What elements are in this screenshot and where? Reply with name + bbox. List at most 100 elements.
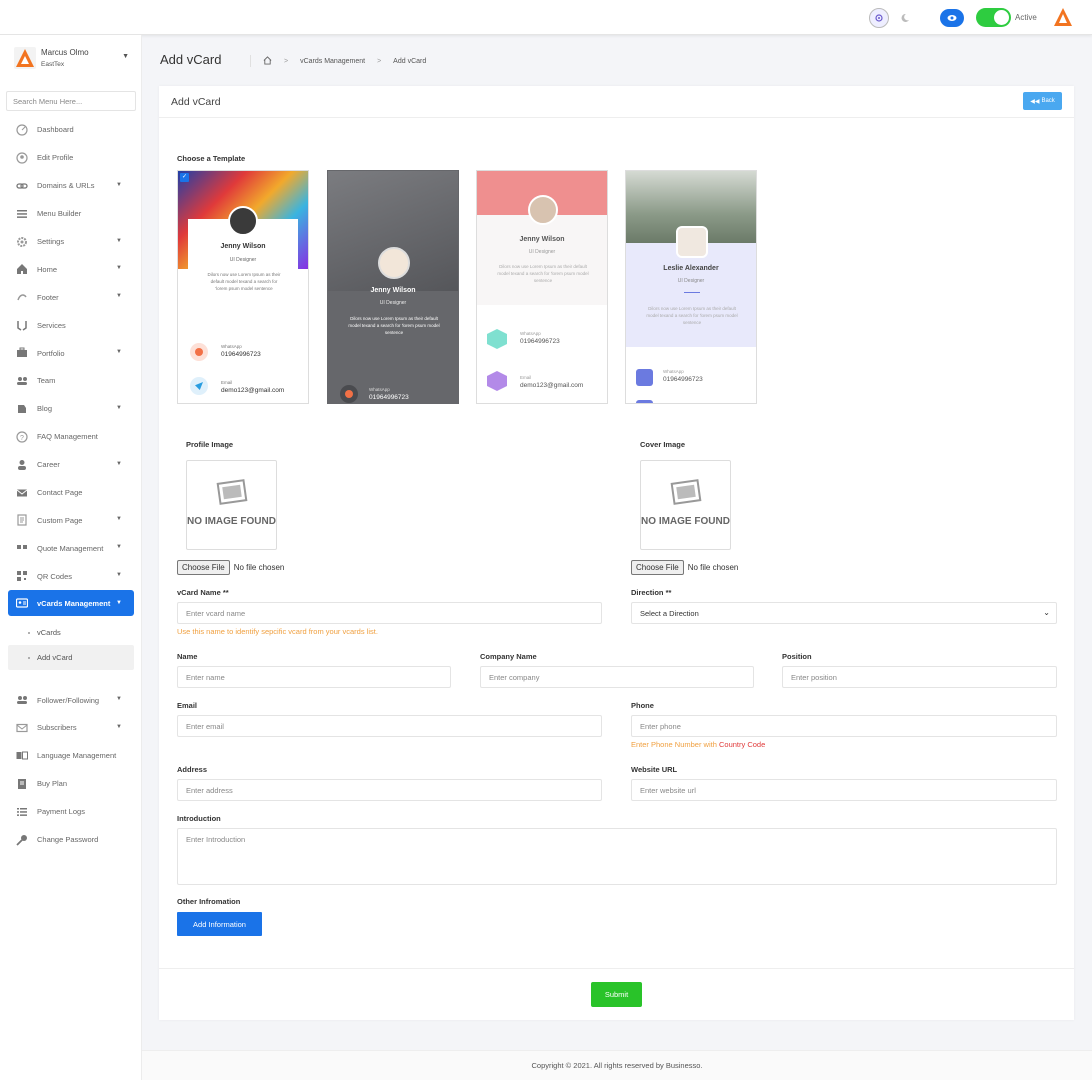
eye-icon[interactable] — [940, 9, 964, 27]
template-desc: Dilors now use Lorem Ipsum as their defa… — [348, 316, 440, 335]
template-card-3[interactable]: Jenny Wilson UI Designer Dilors now use … — [476, 170, 608, 404]
link-icon — [16, 180, 28, 192]
choose-file-button[interactable]: Choose File — [177, 560, 230, 575]
sidebar-subitem-add-vcard[interactable]: Add vCard — [8, 645, 134, 671]
sidebar-item-subscribers[interactable]: Subscribers ▼ — [8, 714, 134, 742]
template-desc: Dilors now use Lorem Ipsum as their defa… — [646, 306, 738, 325]
sidebar-item-services[interactable]: Services — [8, 311, 134, 339]
sidebar-item-label: Change Password — [37, 835, 99, 845]
name-label: Name — [177, 652, 198, 661]
choose-file-button[interactable]: Choose File — [631, 560, 684, 575]
sidebar-item-label: Follower/Following — [37, 695, 100, 705]
theme-settings-icon[interactable] — [869, 8, 889, 28]
user-name: Marcus Olmo — [41, 48, 89, 57]
sidebar-item-portfolio[interactable]: Portfolio ▼ — [8, 339, 134, 367]
template-role: UI Designer — [379, 300, 407, 306]
sidebar-item-label: Edit Profile — [37, 153, 74, 163]
sidebar-item-label: Footer — [37, 292, 59, 302]
whatsapp-label: WhatsApp — [520, 331, 541, 336]
profile-image-preview: NO IMAGE FOUND — [186, 460, 277, 550]
sidebar-item-settings[interactable]: Settings ▼ — [8, 228, 134, 256]
svg-text:?: ? — [20, 435, 24, 442]
sidebar-item-language-management[interactable]: Language Management — [8, 742, 134, 770]
sidebar-item-label: Portfolio — [37, 348, 65, 358]
brand-logo-icon — [14, 47, 36, 69]
sidebar-item-qr-codes[interactable]: QR Codes ▼ — [8, 562, 134, 590]
active-toggle[interactable] — [976, 8, 1011, 27]
sidebar-item-domains-urls[interactable]: Domains & URLs ▼ — [8, 172, 134, 200]
position-input[interactable]: Enter position — [782, 666, 1057, 688]
sidebar-subitem-vcards[interactable]: vCards — [8, 620, 134, 645]
sidebar-item-menu-builder[interactable]: Menu Builder — [8, 200, 134, 228]
sidebar-item-label: Services — [37, 320, 66, 330]
moon-icon[interactable] — [895, 8, 915, 28]
vcard-name-input[interactable]: Enter vcard name — [177, 602, 602, 624]
whatsapp-icon — [487, 329, 507, 349]
sidebar-item-career[interactable]: Career ▼ — [8, 451, 134, 479]
sidebar-item-footer[interactable]: Footer ▼ — [8, 283, 134, 311]
company-input[interactable]: Enter company — [480, 666, 754, 688]
brand-logo-icon[interactable] — [1053, 7, 1073, 27]
whatsapp-label: WhatsApp — [663, 369, 684, 374]
bullet-icon — [28, 631, 30, 634]
sidebar-item-label: vCards Management — [37, 598, 111, 608]
sidebar-item-dashboard[interactable]: Dashboard — [8, 116, 134, 144]
name-input[interactable]: Enter name — [177, 666, 451, 688]
home-icon — [16, 263, 28, 275]
image-placeholder-icon — [216, 479, 248, 505]
email-text: demo123@gmail.com — [520, 382, 584, 389]
chevron-right-icon: > — [377, 57, 382, 65]
sidebar-item-faq-management[interactable]: ? FAQ Management — [8, 423, 134, 451]
template-card-4[interactable]: Leslie Alexander UI Designer Dilors now … — [625, 170, 757, 404]
sidebar-item-label: Contact Page — [37, 488, 83, 498]
user-circle-icon — [16, 152, 28, 164]
sidebar-item-label: Home — [37, 264, 58, 274]
template-card-2[interactable]: Jenny Wilson UI Designer Dilors now use … — [327, 170, 459, 404]
profile-file-input[interactable]: Choose File No file chosen — [177, 560, 284, 575]
direction-select[interactable]: Select a Direction ⌄ — [631, 602, 1057, 624]
phone-text: 01964996723 — [221, 351, 261, 358]
chevron-down-icon: ▼ — [116, 460, 122, 467]
sidebar-item-quote-management[interactable]: Quote Management ▼ — [8, 534, 134, 562]
sidebar-item-payment-logs[interactable]: Payment Logs — [8, 798, 134, 826]
breadcrumb-item[interactable]: vCards Management — [300, 58, 365, 65]
sidebar-item-custom-page[interactable]: Custom Page ▼ — [8, 506, 134, 534]
check-icon: ✓ — [180, 173, 189, 182]
submit-button[interactable]: Submit — [591, 982, 642, 1007]
template-role: UI Designer — [528, 249, 556, 255]
sidebar-item-label: Menu Builder — [37, 209, 82, 219]
email-label: Email — [221, 380, 233, 385]
address-input[interactable]: Enter address — [177, 779, 602, 801]
sidebar-item-team[interactable]: Team — [8, 367, 134, 395]
whatsapp-icon — [190, 343, 208, 361]
chevron-down-icon: ▼ — [116, 544, 122, 551]
avatar — [228, 206, 258, 236]
home-icon[interactable] — [263, 55, 272, 67]
sidebar-item-change-password[interactable]: Change Password — [8, 826, 134, 854]
sidebar-item-buy-plan[interactable]: Buy Plan — [8, 770, 134, 798]
intro-textarea[interactable]: Enter Introduction — [177, 828, 1057, 885]
sidebar-item-edit-profile[interactable]: Edit Profile — [8, 144, 134, 172]
sidebar-item-follower-following[interactable]: Follower/Following ▼ — [8, 686, 134, 714]
email-input[interactable]: Enter email — [177, 715, 602, 737]
user-profile[interactable]: Marcus Olmo EastTex ▼ — [14, 47, 134, 73]
chevron-down-icon: ▼ — [116, 237, 122, 244]
blog-icon — [16, 403, 28, 415]
chevron-down-icon: ▼ — [116, 293, 122, 300]
cover-file-input[interactable]: Choose File No file chosen — [631, 560, 738, 575]
chevron-down-icon[interactable]: ▼ — [122, 53, 129, 60]
sidebar-item-home[interactable]: Home ▼ — [8, 255, 134, 283]
website-input[interactable]: Enter website url — [631, 779, 1057, 801]
template-card-1[interactable]: ✓ Jenny Wilson UI Designer Dilors now us… — [177, 170, 309, 404]
add-information-button[interactable]: Add Information — [177, 912, 262, 936]
divider — [159, 117, 1074, 118]
sidebar-item-vcards-management[interactable]: vCards Management ▼ — [8, 590, 134, 617]
back-button[interactable]: ◀◀ Back — [1023, 92, 1062, 110]
search-menu-input[interactable]: Search Menu Here... — [6, 91, 136, 111]
divider — [684, 292, 700, 293]
sidebar-item-contact-page[interactable]: Contact Page — [8, 479, 134, 507]
sidebar-item-label: Team — [37, 376, 56, 386]
key-icon — [16, 834, 28, 846]
sidebar-item-blog[interactable]: Blog ▼ — [8, 395, 134, 423]
phone-input[interactable]: Enter phone — [631, 715, 1057, 737]
